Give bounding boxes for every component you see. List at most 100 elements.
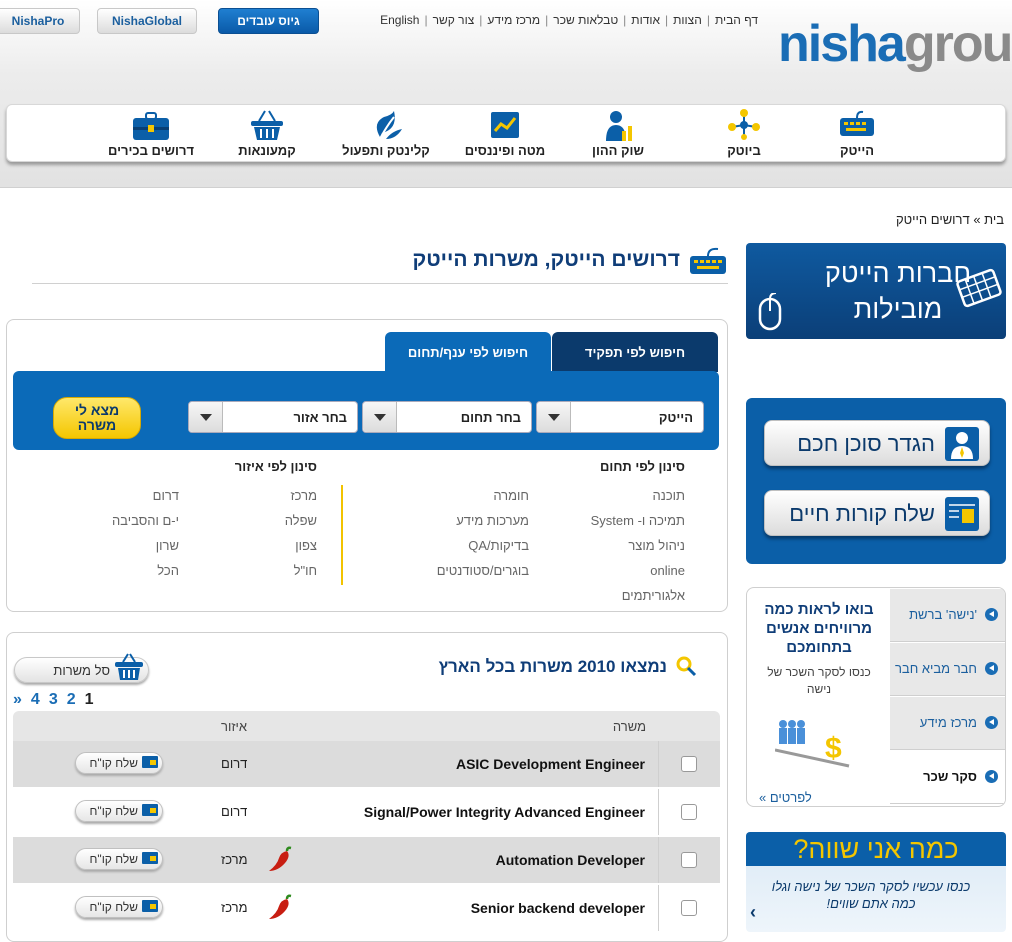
- send-cv-button[interactable]: שלח קו"ח: [75, 752, 163, 774]
- table-row: Automation Developer מרכז שלח קו"ח: [13, 837, 720, 883]
- filter-link[interactable]: תמיכה ו- System: [591, 513, 685, 528]
- more-details-link[interactable]: לפרטים »: [759, 790, 812, 805]
- nav-executives[interactable]: דרושים בכירים: [91, 105, 211, 163]
- filter-by-area-title: סינון לפי איזור: [234, 459, 317, 474]
- cv-card-icon: [142, 804, 158, 816]
- send-cv-button[interactable]: שלח קו"ח: [75, 800, 163, 822]
- filter-link[interactable]: מרכז: [290, 488, 317, 503]
- job-title-link[interactable]: Signal/Power Integrity Advanced Engineer: [364, 804, 645, 820]
- filter-link[interactable]: מערכות מידע: [456, 513, 529, 528]
- side-tab-nisha-web[interactable]: 'נישה' ברשת: [890, 588, 1005, 642]
- col-job-header: משרה: [612, 719, 646, 734]
- pager-page[interactable]: 3: [49, 691, 58, 708]
- filter-link[interactable]: חו"ל: [294, 563, 317, 578]
- job-basket-button[interactable]: סל משרות: [14, 653, 149, 683]
- nav-finance[interactable]: מטה ופיננסים: [445, 105, 565, 163]
- row-checkbox[interactable]: [681, 900, 697, 916]
- chevron-left-icon[interactable]: ‹: [750, 902, 756, 923]
- filter-link[interactable]: צפון: [295, 538, 317, 553]
- filter-link[interactable]: דרום: [153, 488, 179, 503]
- cv-card-icon: [142, 756, 158, 768]
- nisha-group-logo[interactable]: nishagroup: [778, 14, 1012, 74]
- area-select[interactable]: בחר אזור: [188, 401, 358, 433]
- filter-link[interactable]: ניהול מוצר: [628, 538, 685, 553]
- search-panel: חיפוש לפי תפקיד חיפוש לפי ענף/תחום הייטק…: [6, 319, 728, 612]
- arrow-left-icon: [985, 716, 998, 729]
- info-box: 'נישה' ברשת חבר מביא חבר מרכז מידע סקר ש…: [746, 587, 1006, 807]
- tab-search-by-role[interactable]: חיפוש לפי תפקיד: [552, 332, 718, 372]
- filter-link[interactable]: י-ם והסביבה: [112, 513, 179, 528]
- row-checkbox[interactable]: [681, 804, 697, 820]
- col-area-header: איזור: [221, 719, 248, 734]
- top-link-about[interactable]: אודות: [626, 13, 665, 27]
- side-tab-info-center[interactable]: מרכז מידע: [890, 696, 1005, 750]
- send-cv-button[interactable]: שלח קו"ח: [75, 896, 163, 918]
- side-tab-refer-friend[interactable]: חבר מביא חבר: [890, 642, 1005, 696]
- filter-link[interactable]: בוגרים/סטודנטים: [437, 563, 529, 578]
- table-row: Signal/Power Integrity Advanced Engineer…: [13, 789, 720, 835]
- pager-current-page: 1: [84, 691, 94, 708]
- job-title-link[interactable]: ASIC Development Engineer: [456, 756, 645, 772]
- top-link-home[interactable]: דף הבית: [710, 13, 763, 27]
- main-nav: הייטק ביוטק שוק ההון מטה ופיננסים קלינטק…: [6, 104, 1006, 162]
- filter-link[interactable]: בדיקות/QA: [468, 538, 529, 553]
- nisha-pro-button[interactable]: NishaPro: [0, 8, 80, 34]
- pager-page[interactable]: 2: [67, 691, 76, 708]
- job-title-link[interactable]: Senior backend developer: [471, 900, 645, 916]
- nisha-global-button[interactable]: NishaGlobal: [97, 8, 197, 34]
- nav-biotech[interactable]: ביוטק: [684, 105, 804, 163]
- table-row: ASIC Development Engineer דרום שלח קו"ח: [13, 741, 720, 787]
- page-title-row: דרושים הייטק, משרות הייטק: [32, 240, 728, 284]
- top-link-salary[interactable]: טבלאות שכר: [548, 13, 623, 27]
- how-much-worth-banner[interactable]: כמה אני שווה? כנסו עכשיו לסקר השכר של ני…: [746, 832, 1006, 932]
- molecule-icon: [728, 109, 760, 140]
- job-area: דרום: [221, 804, 248, 819]
- job-area: דרום: [221, 756, 248, 771]
- keyboard-icon: [690, 247, 726, 274]
- cv-card-icon: [142, 852, 158, 864]
- send-resume-button[interactable]: שלח קורות חיים: [764, 490, 990, 536]
- chevron-down-icon: [537, 402, 571, 432]
- sector-select[interactable]: הייטק: [536, 401, 704, 433]
- search-icon: [676, 656, 697, 677]
- basket-icon: [251, 110, 283, 140]
- filter-link[interactable]: שרון: [156, 538, 179, 553]
- keyboard-icon: [840, 110, 874, 136]
- filter-link[interactable]: תוכנה: [653, 488, 685, 503]
- info-heading: בואו לראות כמה מרוויחים אנשים בתחומכם: [764, 601, 874, 656]
- row-checkbox[interactable]: [681, 852, 697, 868]
- pager-page[interactable]: 4: [31, 691, 40, 708]
- top-link-info[interactable]: מרכז מידע: [482, 13, 545, 27]
- find-job-button[interactable]: מצא לי משרה: [53, 397, 141, 439]
- nav-capital-market[interactable]: שוק ההון: [558, 105, 678, 163]
- nav-retail[interactable]: קמעונאות: [207, 105, 327, 163]
- breadcrumb[interactable]: בית » דרושים הייטק: [896, 212, 1004, 227]
- nav-cleantech[interactable]: קלינטק ותפעול: [326, 105, 446, 163]
- field-select[interactable]: בחר תחום: [362, 401, 532, 433]
- keyboard-icon: [956, 268, 1002, 308]
- tab-search-by-field[interactable]: חיפוש לפי ענף/תחום: [385, 332, 551, 372]
- pager-next[interactable]: »: [13, 691, 22, 708]
- nav-hitech[interactable]: הייטק: [797, 105, 917, 163]
- chart-board-icon: [491, 112, 519, 138]
- row-checkbox[interactable]: [681, 756, 697, 772]
- filter-link[interactable]: שפלה: [285, 513, 317, 528]
- job-title-link[interactable]: Automation Developer: [496, 852, 645, 868]
- recruit-button[interactable]: גיוס עובדים: [218, 8, 319, 34]
- top-link-english[interactable]: English: [375, 13, 424, 27]
- arrow-left-icon: [985, 770, 998, 783]
- filter-link[interactable]: הכל: [157, 563, 179, 578]
- smart-agent-button[interactable]: הגדר סוכן חכם: [764, 420, 990, 466]
- filter-link[interactable]: חומרה: [493, 488, 529, 503]
- side-tab-salary-survey[interactable]: סקר שכר: [890, 750, 1005, 804]
- filter-by-field-title: סינון לפי תחום: [600, 459, 685, 474]
- filter-link[interactable]: online: [650, 563, 685, 578]
- svg-text:$: $: [825, 732, 842, 765]
- filter-link[interactable]: אלגוריתמים: [622, 588, 685, 603]
- top-link-contact[interactable]: צור קשר: [428, 13, 480, 27]
- hitech-companies-banner[interactable]: חברות הייטק מובילות: [746, 243, 1006, 339]
- send-cv-button[interactable]: שלח קו"ח: [75, 848, 163, 870]
- top-link-team[interactable]: הצוות: [668, 13, 707, 27]
- filter-divider: [341, 485, 343, 585]
- basket-icon: [115, 653, 143, 680]
